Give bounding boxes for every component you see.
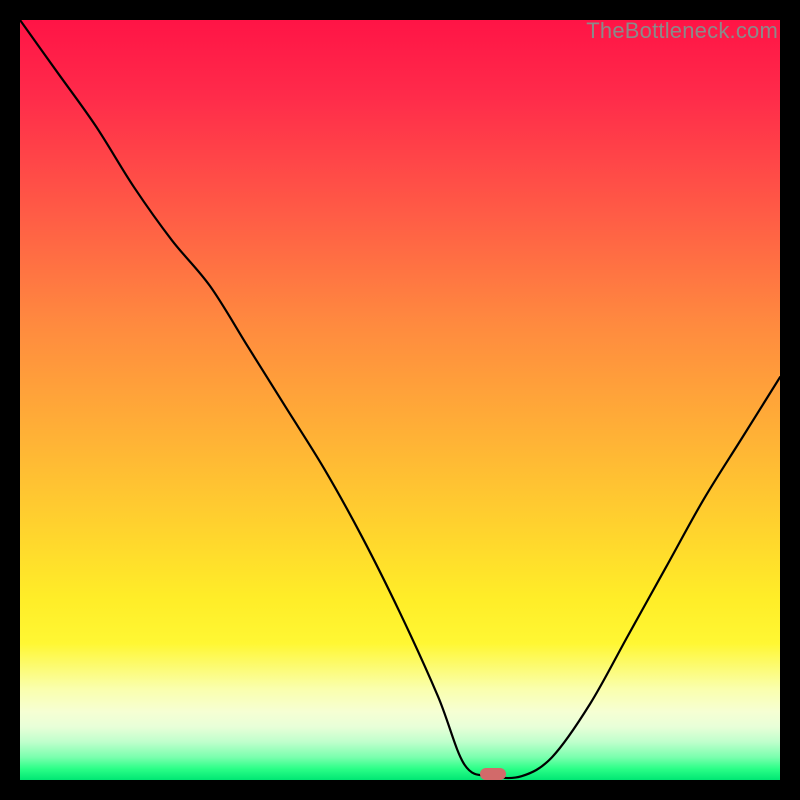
plot-area: TheBottleneck.com [20,20,780,780]
chart-frame: TheBottleneck.com [0,0,800,800]
bottleneck-curve [20,20,780,780]
watermark-label: TheBottleneck.com [586,18,778,44]
optimal-point-marker [480,768,506,780]
